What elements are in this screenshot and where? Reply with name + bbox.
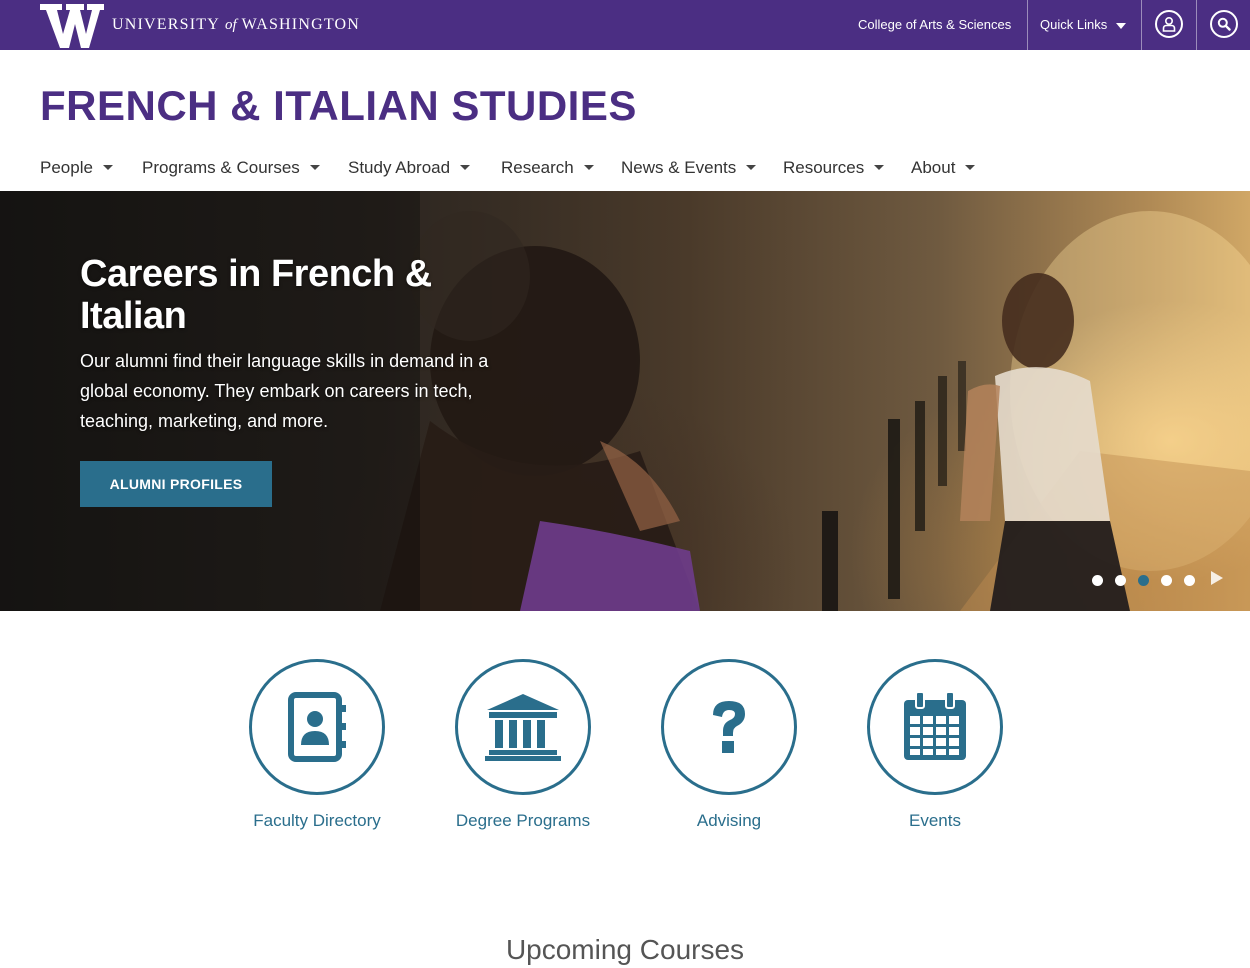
quicklink-advising[interactable]: Advising [629, 659, 829, 831]
nav-item-about[interactable]: About [911, 152, 976, 184]
nav-item-label: About [911, 158, 956, 177]
caret-down-icon [460, 165, 471, 171]
question-icon [661, 659, 797, 795]
quicklink-degree-programs[interactable]: Degree Programs [423, 659, 623, 831]
carousel-dot-1[interactable] [1092, 575, 1103, 586]
divider [1027, 0, 1028, 50]
divider [1196, 0, 1197, 50]
uw-logo-icon[interactable] [40, 4, 104, 48]
quicklink-label: Events [909, 811, 961, 830]
quicklink-label: Advising [696, 811, 762, 830]
carousel-dot-3[interactable] [1138, 575, 1149, 586]
quick-links-dropdown[interactable]: Quick Links [1040, 0, 1127, 50]
caret-down-icon [583, 165, 594, 171]
quick-links-label: Quick Links [1040, 17, 1108, 32]
caret-down-icon [102, 165, 113, 171]
quicklink-events[interactable]: Events [835, 659, 1035, 831]
quicklink-faculty-directory[interactable]: Faculty Directory [217, 659, 417, 831]
alumni-profiles-button[interactable]: ALUMNI PROFILES [80, 461, 272, 507]
wordmark-of: of [225, 17, 237, 33]
carousel-dot-4[interactable] [1161, 575, 1172, 586]
hero-carousel: Careers in French & Italian Our alumni f… [0, 191, 1250, 611]
caret-down-icon [1116, 22, 1127, 29]
main-nav: People Programs & Courses Study Abroad R… [0, 152, 1250, 186]
user-login-icon[interactable] [1155, 10, 1183, 38]
nav-item-label: Programs & Courses [142, 158, 300, 177]
nav-item-news-events[interactable]: News & Events [621, 152, 757, 184]
quicklink-label: Faculty Directory [253, 811, 381, 830]
nav-item-programs-courses[interactable]: Programs & Courses [142, 152, 320, 184]
university-wordmark[interactable]: UNIVERSITY of WASHINGTON [112, 16, 360, 34]
hero-title: Careers in French & Italian [80, 253, 432, 337]
nav-item-label: Study Abroad [348, 158, 451, 177]
nav-item-people[interactable]: People [40, 152, 113, 184]
nav-item-label: Resources [783, 158, 865, 177]
search-icon[interactable] [1210, 10, 1238, 38]
wordmark-washington: WASHINGTON [241, 16, 361, 33]
nav-item-study-abroad[interactable]: Study Abroad [348, 152, 471, 184]
carousel-next-icon[interactable] [1211, 571, 1223, 585]
caret-down-icon [309, 165, 320, 171]
divider [1141, 0, 1142, 50]
caret-down-icon [874, 165, 885, 171]
institution-icon [455, 659, 591, 795]
carousel-dot-5[interactable] [1184, 575, 1195, 586]
nav-item-research[interactable]: Research [501, 152, 594, 184]
upcoming-courses-heading: Upcoming Courses [505, 934, 745, 965]
nav-item-label: People [40, 158, 93, 177]
hero-description: Our alumni find their language skills in… [80, 351, 489, 431]
caret-down-icon [965, 165, 976, 171]
wordmark-university: UNIVERSITY [112, 16, 220, 33]
quicklink-label: Degree Programs [455, 811, 591, 830]
nav-item-resources[interactable]: Resources [783, 152, 885, 184]
calendar-icon [867, 659, 1003, 795]
site-title[interactable]: FRENCH & ITALIAN STUDIES [40, 82, 637, 130]
caret-down-icon [746, 165, 757, 171]
address-book-icon [249, 659, 385, 795]
nav-item-label: News & Events [621, 158, 737, 177]
nav-item-label: Research [501, 158, 574, 177]
carousel-dot-2[interactable] [1115, 575, 1126, 586]
college-arts-sciences-link[interactable]: College of Arts & Sciences [858, 0, 1011, 50]
top-bar: UNIVERSITY of WASHINGTON College of Arts &… [0, 0, 1250, 50]
